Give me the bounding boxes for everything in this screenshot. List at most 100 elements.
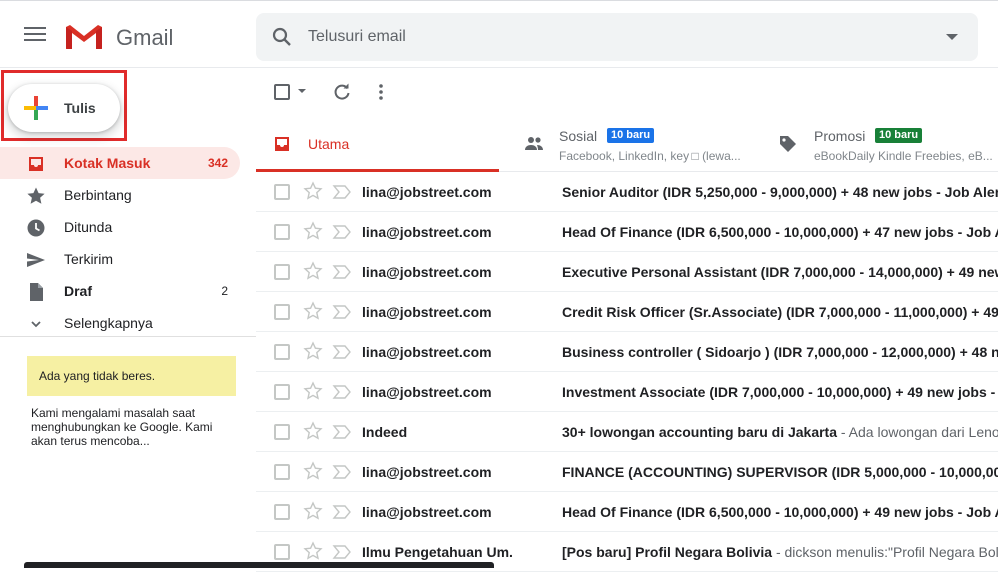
email-list: lina@jobstreet.com Senior Auditor (IDR 5,…	[256, 172, 998, 572]
important-marker-icon[interactable]	[332, 304, 352, 320]
connection-warning-detail: Kami mengalami masalah saat menghubungka…	[31, 406, 213, 448]
search-options-icon[interactable]	[946, 34, 958, 40]
email-subject: Investment Associate (IDR 7,000,000 - 10…	[562, 384, 998, 400]
top-bar: Gmail	[0, 0, 998, 68]
inbox-icon	[275, 137, 289, 151]
star-icon[interactable]	[303, 221, 323, 241]
important-marker-icon[interactable]	[332, 344, 352, 360]
compose-label: Tulis	[64, 100, 96, 116]
email-subject: Executive Personal Assistant (IDR 7,000,…	[562, 264, 998, 280]
tab-primary[interactable]: Utama	[256, 116, 499, 172]
tab-senders: Facebook, LinkedIn, key □ (lewa...	[559, 149, 741, 163]
email-sender: Ilmu Pengetahuan Um.	[362, 544, 513, 560]
tab-promotions[interactable]: Promosi 10 baru eBookDaily Kindle Freebi…	[766, 116, 998, 172]
star-icon[interactable]	[303, 461, 323, 481]
email-row[interactable]: lina@jobstreet.com Business controller ( …	[256, 332, 998, 372]
email-subject: Credit Risk Officer (Sr.Associate) (IDR …	[562, 304, 998, 320]
star-icon[interactable]	[303, 261, 323, 281]
email-sender: lina@jobstreet.com	[362, 304, 492, 320]
clock-icon	[27, 219, 45, 237]
sidebar-item-label: Kotak Masuk	[64, 155, 151, 171]
email-sender: lina@jobstreet.com	[362, 384, 492, 400]
tab-senders: eBookDaily Kindle Freebies, eB...	[814, 149, 993, 163]
bottom-overlay-bar	[24, 562, 494, 568]
sidebar-item-label: Terkirim	[64, 251, 113, 267]
sidebar-item-more[interactable]: Selengkapnya	[0, 307, 240, 339]
star-icon[interactable]	[303, 421, 323, 441]
star-icon[interactable]	[303, 541, 323, 561]
search-icon[interactable]	[270, 25, 294, 49]
email-sender: lina@jobstreet.com	[362, 344, 492, 360]
star-icon[interactable]	[303, 301, 323, 321]
row-checkbox[interactable]	[274, 504, 290, 520]
important-marker-icon[interactable]	[332, 504, 352, 520]
refresh-icon[interactable]	[332, 82, 352, 102]
important-marker-icon[interactable]	[332, 544, 352, 560]
main-content: Utama Sosial 10 baru Facebook, LinkedIn,…	[256, 68, 998, 572]
unread-count: 342	[207, 156, 228, 170]
email-subject-text: FINANCE (ACCOUNTING) SUPERVISOR (IDR 5,0…	[562, 464, 998, 480]
email-subject-text: Senior Auditor (IDR 5,250,000 - 9,000,00…	[562, 184, 998, 200]
row-checkbox[interactable]	[274, 424, 290, 440]
row-checkbox[interactable]	[274, 264, 290, 280]
email-subject-text: Head Of Finance (IDR 6,500,000 - 10,000,…	[562, 504, 998, 520]
email-row[interactable]: lina@jobstreet.com Investment Associate (…	[256, 372, 998, 412]
important-marker-icon[interactable]	[332, 184, 352, 200]
star-icon[interactable]	[303, 381, 323, 401]
sidebar-divider	[0, 336, 256, 337]
sidebar-item-inbox[interactable]: Kotak Masuk 342	[0, 147, 240, 179]
star-icon[interactable]	[303, 341, 323, 361]
email-sender: lina@jobstreet.com	[362, 464, 492, 480]
row-checkbox[interactable]	[274, 184, 290, 200]
sidebar-item-label: Draf	[64, 283, 93, 299]
tab-label: Sosial	[559, 128, 598, 144]
email-subject-text: 30+ lowongan accounting baru di Jakarta	[562, 424, 838, 440]
email-row[interactable]: Indeed 30+ lowongan accounting baru di Ja…	[256, 412, 998, 452]
people-icon	[525, 137, 543, 150]
select-options-icon[interactable]	[298, 89, 306, 93]
app-name[interactable]: Gmail	[116, 25, 173, 51]
email-sender: lina@jobstreet.com	[362, 264, 492, 280]
important-marker-icon[interactable]	[332, 384, 352, 400]
star-icon[interactable]	[303, 181, 323, 201]
row-checkbox[interactable]	[274, 304, 290, 320]
tab-social[interactable]: Sosial 10 baru Facebook, LinkedIn, key □…	[514, 116, 764, 172]
row-checkbox[interactable]	[274, 384, 290, 400]
row-checkbox[interactable]	[274, 544, 290, 560]
important-marker-icon[interactable]	[332, 224, 352, 240]
email-row[interactable]: lina@jobstreet.com Credit Risk Officer (S…	[256, 292, 998, 332]
email-sender: lina@jobstreet.com	[362, 224, 492, 240]
email-row[interactable]: lina@jobstreet.com Senior Auditor (IDR 5,…	[256, 172, 998, 212]
important-marker-icon[interactable]	[332, 264, 352, 280]
email-subject: Head Of Finance (IDR 6,500,000 - 10,000,…	[562, 504, 998, 520]
email-row[interactable]: lina@jobstreet.com Head Of Finance (IDR 6…	[256, 492, 998, 532]
important-marker-icon[interactable]	[332, 464, 352, 480]
email-subject-text: Credit Risk Officer (Sr.Associate) (IDR …	[562, 304, 998, 320]
search-bar[interactable]	[256, 13, 978, 61]
sidebar-item-drafts[interactable]: Draf 2	[0, 275, 240, 307]
gmail-logo[interactable]	[64, 23, 104, 51]
email-row[interactable]: lina@jobstreet.com Head Of Finance (IDR 6…	[256, 212, 998, 252]
email-row[interactable]: lina@jobstreet.com Executive Personal Ass…	[256, 252, 998, 292]
search-input[interactable]	[308, 21, 908, 53]
send-icon	[27, 253, 45, 267]
select-all-checkbox[interactable]	[274, 84, 290, 100]
compose-button[interactable]: Tulis	[8, 84, 120, 132]
star-icon[interactable]	[303, 501, 323, 521]
more-options-icon[interactable]	[376, 82, 386, 102]
email-snippet: - dickson menulis:"Profil Negara Boli	[772, 544, 998, 560]
email-sender: lina@jobstreet.com	[362, 504, 492, 520]
sidebar-item-starred[interactable]: Berbintang	[0, 179, 240, 211]
hamburger-icon[interactable]	[24, 27, 46, 45]
email-subject-text: Executive Personal Assistant (IDR 7,000,…	[562, 264, 998, 280]
new-badge: 10 baru	[607, 128, 655, 143]
email-subject: Senior Auditor (IDR 5,250,000 - 9,000,00…	[562, 184, 998, 200]
category-tabs: Utama Sosial 10 baru Facebook, LinkedIn,…	[256, 116, 998, 172]
sidebar-item-snoozed[interactable]: Ditunda	[0, 211, 240, 243]
email-row[interactable]: lina@jobstreet.com FINANCE (ACCOUNTING) S…	[256, 452, 998, 492]
important-marker-icon[interactable]	[332, 424, 352, 440]
row-checkbox[interactable]	[274, 224, 290, 240]
sidebar-item-sent[interactable]: Terkirim	[0, 243, 240, 275]
row-checkbox[interactable]	[274, 344, 290, 360]
row-checkbox[interactable]	[274, 464, 290, 480]
